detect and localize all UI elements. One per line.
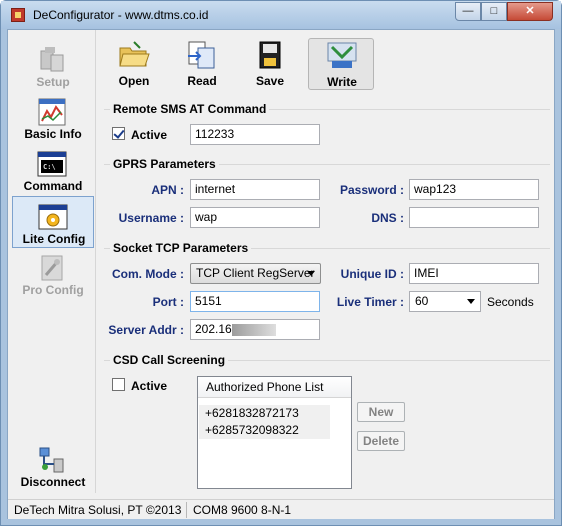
live-timer-value: 60 [415,294,429,308]
network-icon [39,447,64,473]
csd-group-title: CSD Call Screening [110,353,229,367]
server-addr-value: 202.16 [195,322,232,336]
sidebar-item-label: Basic Info [24,127,82,141]
gprs-group-title: GPRS Parameters [110,157,219,171]
sidebar-item-label: Command [23,179,83,193]
status-company: DeTech Mitra Solusi, PT ©2013 [14,503,182,517]
redacted-mask [231,323,276,336]
maximize-button[interactable]: □ [481,2,507,21]
client-area: Setup Basic Info C:\ Command Lite Config… [7,29,555,519]
tcp-group-title: Socket TCP Parameters [110,241,252,255]
live-timer-label: Live Timer : [336,295,404,309]
status-separator [186,502,187,518]
write-icon [327,42,357,68]
unique-id-label: Unique ID : [340,267,404,281]
sidebar-item-command[interactable]: C:\ Command [12,144,94,196]
app-icon[interactable] [11,8,25,22]
chart-icon [38,98,66,126]
window-title: DeConfigurator - www.dtms.co.id [33,8,209,22]
port-input[interactable]: 5151 [190,291,320,312]
apn-input[interactable]: internet [190,179,320,200]
folder-open-icon [119,41,150,67]
password-input[interactable]: wap123 [409,179,539,200]
dns-label: DNS : [371,211,404,225]
sidebar-item-label: Pro Config [22,283,84,297]
sidebar: Setup Basic Info C:\ Command Lite Config… [8,30,96,493]
sms-active-label: Active [131,128,168,142]
sidebar-item-setup[interactable]: Setup [12,40,94,92]
open-button[interactable]: Open [104,38,164,90]
status-bar: DeTech Mitra Solusi, PT ©2013 COM8 9600 … [8,499,554,519]
csd-active-label: Active [131,379,168,393]
toolbar: Open Read Save Write [100,36,550,92]
sidebar-item-label: Lite Config [22,232,86,246]
setup-icon [40,47,64,72]
read-label: Read [187,74,217,88]
csd-active-checkbox[interactable] [112,378,125,391]
live-timer-unit: Seconds [487,295,534,309]
phone-list-header[interactable]: Authorized Phone List [198,377,351,398]
com-mode-select[interactable]: TCP Client RegServer [190,263,321,284]
read-button[interactable]: Read [172,38,232,90]
write-button[interactable]: Write [308,38,374,90]
gprs-group: GPRS Parameters [104,157,550,244]
title-bar[interactable]: DeConfigurator - www.dtms.co.id — □ ✕ [1,1,561,29]
minimize-button[interactable]: — [455,2,481,21]
delete-phone-button[interactable]: Delete [357,431,405,451]
sidebar-item-label: Disconnect [20,475,86,489]
phone-list[interactable]: Authorized Phone List +6281832872173 +62… [197,376,352,489]
server-addr-label: Server Addr : [108,323,184,337]
port-label: Port : [152,295,184,309]
sidebar-item-pro-config[interactable]: Pro Config [12,248,94,300]
sidebar-item-lite-config[interactable]: Lite Config [12,196,94,248]
close-button[interactable]: ✕ [507,2,553,21]
svg-text:C:\: C:\ [43,163,56,171]
app-window: DeConfigurator - www.dtms.co.id — □ ✕ Se… [0,0,562,526]
sms-group: Remote SMS AT Command [104,102,550,153]
live-timer-select[interactable]: 60 [409,291,481,312]
sidebar-item-basic-info[interactable]: Basic Info [12,92,94,144]
write-label: Write [327,75,357,89]
console-icon: C:\ [37,151,67,177]
username-label: Username : [118,211,184,225]
status-port: COM8 9600 8-N-1 [193,503,292,517]
sms-group-title: Remote SMS AT Command [110,102,270,116]
tools-icon [41,255,63,281]
save-label: Save [255,74,285,88]
new-phone-button[interactable]: New [357,402,405,422]
gear-icon [38,204,68,230]
list-item[interactable]: +6285732098322 [199,422,330,439]
floppy-disk-icon [259,41,281,69]
chevron-down-icon [307,271,315,276]
chevron-down-icon [467,299,475,304]
read-icon [188,41,215,69]
com-mode-label: Com. Mode : [112,267,184,281]
open-label: Open [118,74,150,88]
unique-id-input[interactable]: IMEI [409,263,539,284]
sms-password-input[interactable]: 112233 [190,124,320,145]
apn-label: APN : [151,183,184,197]
list-item[interactable]: +6281832872173 [199,405,330,422]
username-input[interactable]: wap [190,207,320,228]
password-label: Password : [339,183,404,197]
sidebar-item-disconnect[interactable]: Disconnect [12,440,94,492]
sidebar-item-label: Setup [36,75,70,89]
sms-active-checkbox[interactable] [112,127,125,140]
dns-input[interactable] [409,207,539,228]
com-mode-value: TCP Client RegServer [196,266,315,280]
save-button[interactable]: Save [240,38,300,90]
server-addr-input[interactable]: 202.16 [190,319,320,340]
